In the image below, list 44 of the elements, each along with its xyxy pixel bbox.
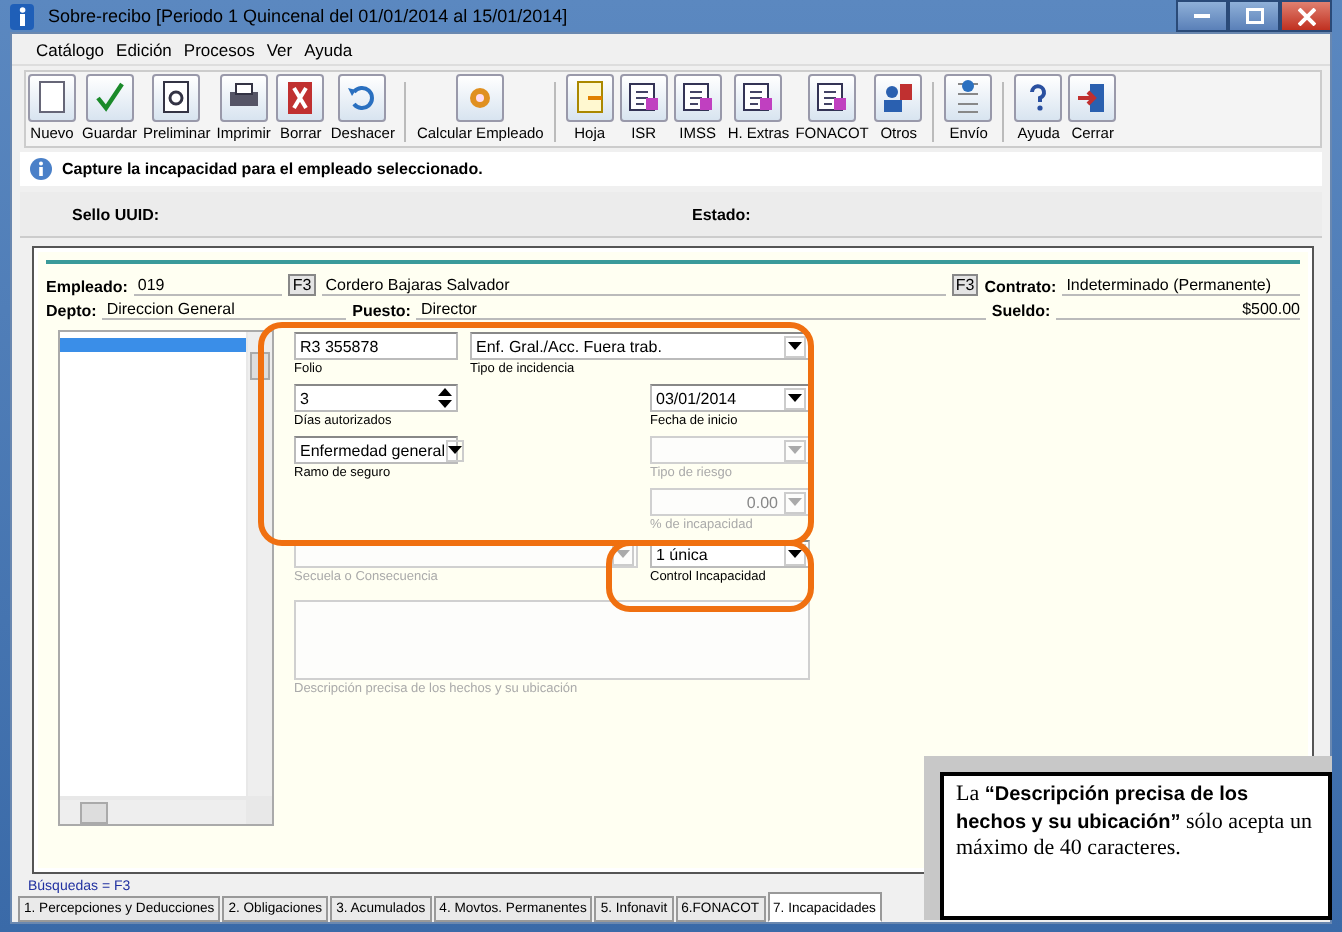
- field-value: Indeterminado (Permanente): [1062, 276, 1300, 296]
- input-field[interactable]: 3: [294, 384, 458, 412]
- dropdown[interactable]: Enfermedad general: [294, 436, 458, 464]
- field-label: Empleado:: [46, 278, 128, 296]
- menu-item[interactable]: Ayuda: [304, 39, 353, 59]
- sheet-icon: [565, 74, 614, 122]
- info-message: Capture la incapacidad para el empleado seleccionado.: [62, 160, 483, 178]
- spinner-icon[interactable]: [438, 388, 452, 408]
- dropdown[interactable]: Enf. Gral./Acc. Fuera trab.: [470, 332, 810, 360]
- people-icon: [874, 74, 923, 122]
- menu-item[interactable]: Catálogo: [36, 39, 105, 59]
- field-value: Direccion General: [102, 300, 347, 320]
- undo-icon: [338, 74, 387, 122]
- exit-icon: [1068, 74, 1117, 122]
- field-value: 019: [133, 276, 283, 296]
- info-icon: [10, 3, 34, 29]
- window-title: Sobre-recibo [Periodo 1 Quincenal del 01/01/2014 al 15/01/2014]: [46, 6, 570, 26]
- field-value: Cordero Bajaras Salvador: [321, 276, 946, 296]
- menu-item[interactable]: Procesos: [183, 39, 255, 59]
- field-label: Depto:: [46, 302, 97, 320]
- dropdown[interactable]: 03/01/2014: [650, 384, 810, 412]
- help-icon: [1014, 74, 1063, 122]
- field-value: Director: [416, 300, 986, 320]
- horizontal-scrollbar[interactable]: [60, 800, 246, 824]
- input-field[interactable]: R3 355878: [294, 332, 458, 360]
- menu-item[interactable]: Edición: [116, 39, 172, 59]
- field-value: $500.00: [1056, 300, 1300, 320]
- lookup-button[interactable]: F3: [951, 274, 979, 296]
- field-label: Estado:: [692, 205, 751, 223]
- field-label: Sueldo:: [991, 302, 1051, 320]
- maximize-icon: [1245, 8, 1263, 24]
- checkmark-icon: [85, 74, 134, 122]
- minimize-button[interactable]: [1176, 0, 1228, 32]
- minimize-icon: [1194, 14, 1210, 18]
- info-icon: [30, 158, 52, 180]
- menu-item[interactable]: Ver: [266, 39, 293, 59]
- close-icon: [1297, 7, 1315, 25]
- lookup-button[interactable]: F3: [288, 274, 316, 296]
- field-label: Puesto:: [352, 302, 411, 320]
- field-label: Contrato:: [984, 278, 1057, 296]
- document-icon: [944, 74, 993, 122]
- maximize-button[interactable]: [1228, 0, 1280, 32]
- field-label: Sello UUID:: [72, 205, 162, 223]
- close-button[interactable]: [1280, 0, 1332, 32]
